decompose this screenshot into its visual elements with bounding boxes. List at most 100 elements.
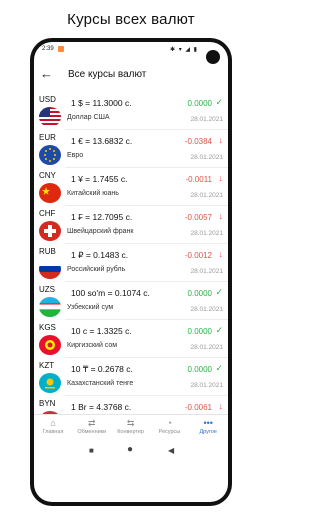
app-screen: 2:39 ✱ ▾ ◢ ▮ ← Все курсы валют USD 1 $ = … [34,42,228,502]
tab-label: Конвертер [117,429,144,435]
rate-row-rub[interactable]: RUB 1 ₽ = 0.1483 с. Российский рубль -0.001… [34,244,228,282]
back-nav-icon[interactable]: ◀ [168,446,174,455]
rate-row-kgs[interactable]: KGS 10 с = 1.3325 с. Киргизский сом 0.0000 ✓… [34,320,228,358]
exchange-rate: 100 so'm = 0.1074 с. [71,288,150,298]
eur-flag-icon [39,145,61,165]
front-camera [206,50,220,64]
home-icon[interactable]: ● [127,444,133,455]
currency-name: Киргизский сом [67,342,118,349]
check-icon: ✓ [215,363,223,373]
currency-code: CHF [39,209,56,218]
tab-0[interactable]: ⌂ Главная [34,417,72,435]
rate-row-cny[interactable]: CNY 1 ¥ = 1.7455 с. Китайский юань -0.0011 ↓… [34,168,228,206]
currency-name: Доллар США [67,114,110,121]
rate-date: 28.01.2021 [190,116,223,123]
check-icon: ✓ [215,325,223,335]
usd-flag-icon [39,107,61,127]
rate-row-byn[interactable]: BYN 1 Br = 4.3768 с. -0.0061 ↓ [34,396,228,414]
rate-change: -0.0011 [185,175,212,184]
rate-date: 28.01.2021 [190,344,223,351]
promo-title: Курсы всех валют [67,11,195,28]
currency-name: Китайский юань [67,190,119,197]
exchange-rate: 1 $ = 11.3000 с. [71,98,132,108]
rate-date: 28.01.2021 [190,230,223,237]
back-arrow-icon[interactable]: ← [40,66,53,81]
rate-row-uzs[interactable]: UZS 100 so'm = 0.1074 с. Узбекский сум 0.00… [34,282,228,320]
tab-icon: ◔ [166,418,173,428]
rate-row-kzt[interactable]: KZT 10 ₸ = 0.2678 с. Казахстанский тенге 0.… [34,358,228,396]
cny-flag-icon [39,183,61,203]
rate-change: 0.0000 [187,365,212,374]
rate-change: 0.0000 [187,99,212,108]
kzt-flag-icon [39,373,61,393]
exchange-rate: 1 ₣ = 12.7095 с. [71,212,133,222]
rate-change: 0.0000 [187,327,212,336]
currency-name: Евро [67,152,84,159]
exchange-rate: 1 ¥ = 1.7455 с. [71,174,128,184]
rub-flag-icon [39,259,61,279]
rates-list[interactable]: USD 1 $ = 11.3000 с. Доллар США 0.0000 ✓ 28.0… [34,92,228,414]
currency-code: EUR [39,133,56,142]
arrow-down-icon: ↓ [218,401,224,411]
tab-4[interactable]: ••• Другое [189,417,227,435]
rate-change: -0.0057 [184,213,212,222]
app-bar: ← Все курсы валют [34,64,228,88]
currency-name: Швейцарский франк [67,228,134,235]
bottom-tab-bar: ⌂ Главная ⇄ Обменники ⇆ Конвертер ◔ Ресурсы ••• Д… [34,414,228,441]
currency-code: BYN [39,399,56,408]
kgs-flag-icon [39,335,61,355]
currency-name: Казахстанский тенге [67,380,134,387]
rate-change: -0.0384 [184,137,212,146]
rate-date: 28.01.2021 [190,306,223,313]
rate-row-chf[interactable]: CHF 1 ₣ = 12.7095 с. Швейцарский франк -0.0… [34,206,228,244]
phone-frame: 2:39 ✱ ▾ ◢ ▮ ← Все курсы валют USD 1 $ = … [30,38,232,506]
status-bar: 2:39 ✱ ▾ ◢ ▮ [34,42,228,56]
tab-label: Ресурсы [158,429,181,435]
arrow-down-icon: ↓ [218,173,224,183]
currency-code: UZS [39,285,55,294]
arrow-down-icon: ↓ [218,249,224,259]
currency-name: Российский рубль [67,266,126,273]
exchange-rate: 1 Br = 4.3768 с. [71,402,132,412]
arrow-down-icon: ↓ [218,135,224,145]
tab-3[interactable]: ◔ Ресурсы [150,417,188,435]
tab-2[interactable]: ⇆ Конвертер [112,417,150,435]
uzs-flag-icon [39,297,61,317]
tab-label: Обменники [77,429,107,435]
rate-change: -0.0061 [184,403,212,412]
rate-row-eur[interactable]: EUR 1 € = 13.6832 с. Евро -0.0384 ↓ 28.01.202… [34,130,228,168]
currency-code: KGS [39,323,56,332]
currency-code: KZT [39,361,55,370]
notification-app-icon [58,46,64,52]
currency-code: RUB [39,247,56,256]
exchange-rate: 10 ₸ = 0.2678 с. [71,364,133,374]
tab-icon: ⇆ [126,418,135,428]
rate-date: 28.01.2021 [190,192,223,199]
rate-change: -0.0012 [184,251,212,260]
rate-date: 28.01.2021 [190,154,223,161]
tab-icon: ⌂ [50,418,56,428]
system-navigation: ■ ● ◀ [34,440,228,462]
arrow-down-icon: ↓ [218,211,224,221]
rate-change: 0.0000 [187,289,212,298]
check-icon: ✓ [215,97,223,107]
chf-flag-icon [39,221,61,241]
rate-row-usd[interactable]: USD 1 $ = 11.3000 с. Доллар США 0.0000 ✓ 28.0… [34,92,228,130]
currency-code: CNY [39,171,56,180]
tab-label: Главная [42,429,64,435]
rate-date: 28.01.2021 [190,382,223,389]
exchange-rate: 10 с = 1.3325 с. [71,326,132,336]
tab-1[interactable]: ⇄ Обменники [73,417,111,435]
rate-date: 28.01.2021 [190,268,223,275]
currency-code: USD [39,95,56,104]
tab-label: Другое [199,429,217,435]
currency-name: Узбекский сум [67,304,114,311]
status-time: 2:39 [42,46,54,52]
tab-icon: ••• [203,418,213,428]
exchange-rate: 1 € = 13.6832 с. [71,136,133,146]
exchange-rate: 1 ₽ = 0.1483 с. [71,250,129,260]
recent-apps-icon[interactable]: ■ [89,446,94,455]
tab-icon: ⇄ [88,418,96,428]
check-icon: ✓ [215,287,223,297]
status-icons: ✱ ▾ ◢ ▮ [170,47,198,53]
